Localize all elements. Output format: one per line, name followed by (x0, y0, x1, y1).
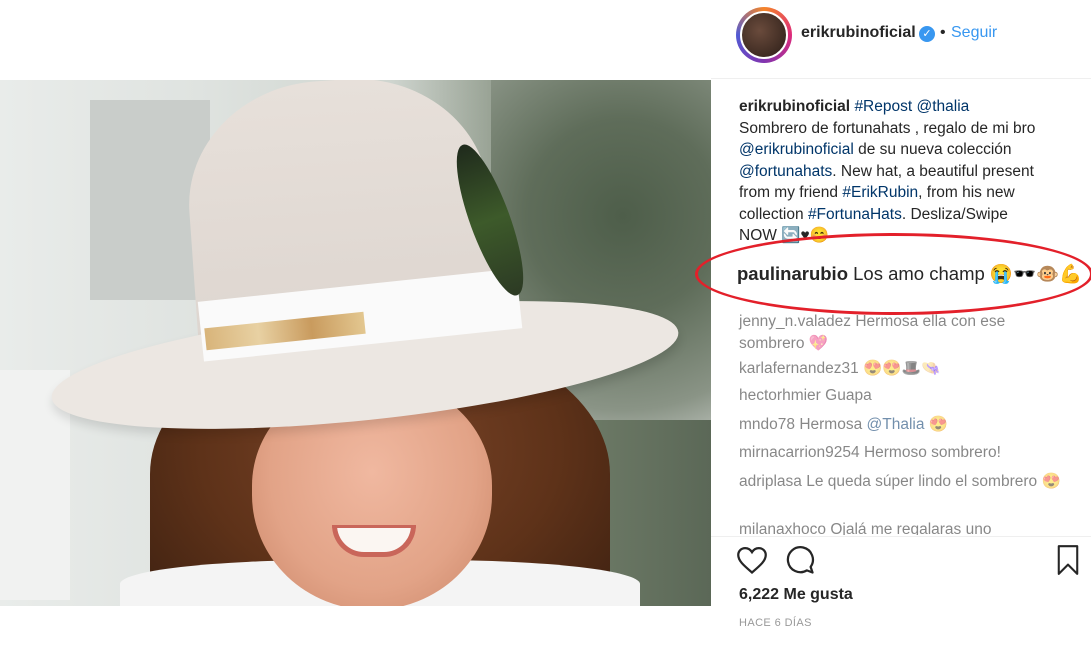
comment-username[interactable]: hectorhmier (739, 387, 821, 404)
post-header: erikrubinoficial ✓ • Seguir (711, 0, 1091, 79)
follow-button[interactable]: Seguir (951, 24, 997, 42)
comment-username[interactable]: karlafernandez31 (739, 360, 859, 377)
comment-username[interactable]: jenny_n.valadez (739, 313, 851, 330)
caption: erikrubinoficial #Repost @thalia Sombrer… (739, 96, 1039, 247)
comment-username[interactable]: paulinarubio (737, 263, 848, 284)
likes-count[interactable]: 6,222 Me gusta (739, 586, 853, 604)
comment-text: 😍😍🎩👒 (863, 360, 941, 377)
comment-text: Le queda súper lindo el sombrero 😍 (806, 473, 1061, 490)
caption-link[interactable]: #FortunaHats (808, 206, 902, 223)
comment: adriplasa Le queda súper lindo el sombre… (739, 471, 1069, 493)
post-sidebar: erikrubinoficial ✓ • Seguir erikrubinofi… (695, 0, 1091, 652)
caption-text: #Repost @thalia Sombrero de fortunahats … (739, 98, 1035, 244)
comment-bubble-icon[interactable] (783, 543, 817, 577)
comment-username[interactable]: milanaxhoco (739, 521, 826, 535)
comment-text: Ojalá me regalaras uno (830, 521, 992, 535)
header-username[interactable]: erikrubinoficial (801, 24, 916, 42)
post-timestamp: HACE 6 DÍAS (739, 617, 812, 629)
caption-link[interactable]: @thalia (916, 98, 969, 115)
verified-badge-icon: ✓ (919, 26, 935, 42)
post-photo[interactable] (0, 80, 711, 606)
heart-icon[interactable] (735, 543, 769, 577)
separator-dot: • (940, 24, 946, 41)
caption-segment: de su nueva colección (853, 141, 1012, 158)
comment-username[interactable]: mndo78 (739, 416, 795, 433)
caption-link[interactable]: #Repost (854, 98, 912, 115)
caption-link[interactable]: #ErikRubin (842, 184, 918, 201)
comment-text: Hermoso sombrero! (863, 444, 1001, 461)
comment: mirnacarrion9254 Hermoso sombrero! (739, 442, 1069, 464)
action-bar (711, 536, 1091, 583)
caption-segment: Sombrero de fortunahats , regalo de mi b… (739, 119, 1036, 137)
comment-text: Los amo champ 😭🕶️🐵💪 (853, 263, 1083, 284)
bookmark-icon[interactable] (1051, 543, 1085, 577)
comment-text-tail: 😍 (924, 416, 949, 433)
comment-username[interactable]: adriplasa (739, 473, 802, 490)
highlighted-comment: paulinarubio Los amo champ 😭🕶️🐵💪 (737, 263, 1082, 285)
caption-link[interactable]: @erikrubinoficial (739, 141, 854, 158)
comment-text: Guapa (825, 387, 872, 404)
comment: karlafernandez31 😍😍🎩👒 (739, 358, 1069, 380)
comment: milanaxhoco Ojalá me regalaras uno (739, 519, 1069, 535)
comment-username[interactable]: mirnacarrion9254 (739, 444, 860, 461)
caption-link[interactable]: @fortunahats (739, 163, 832, 180)
comment: jenny_n.valadez Hermosa ella con ese som… (739, 311, 1069, 354)
comment-text: Hermosa (799, 416, 867, 433)
comment-mention[interactable]: @Thalia (867, 416, 925, 433)
avatar[interactable] (736, 7, 792, 63)
caption-username[interactable]: erikrubinoficial (739, 98, 850, 115)
comment: hectorhmier Guapa (739, 385, 1069, 407)
comment: mndo78 Hermosa @Thalia 😍 (739, 414, 1069, 436)
